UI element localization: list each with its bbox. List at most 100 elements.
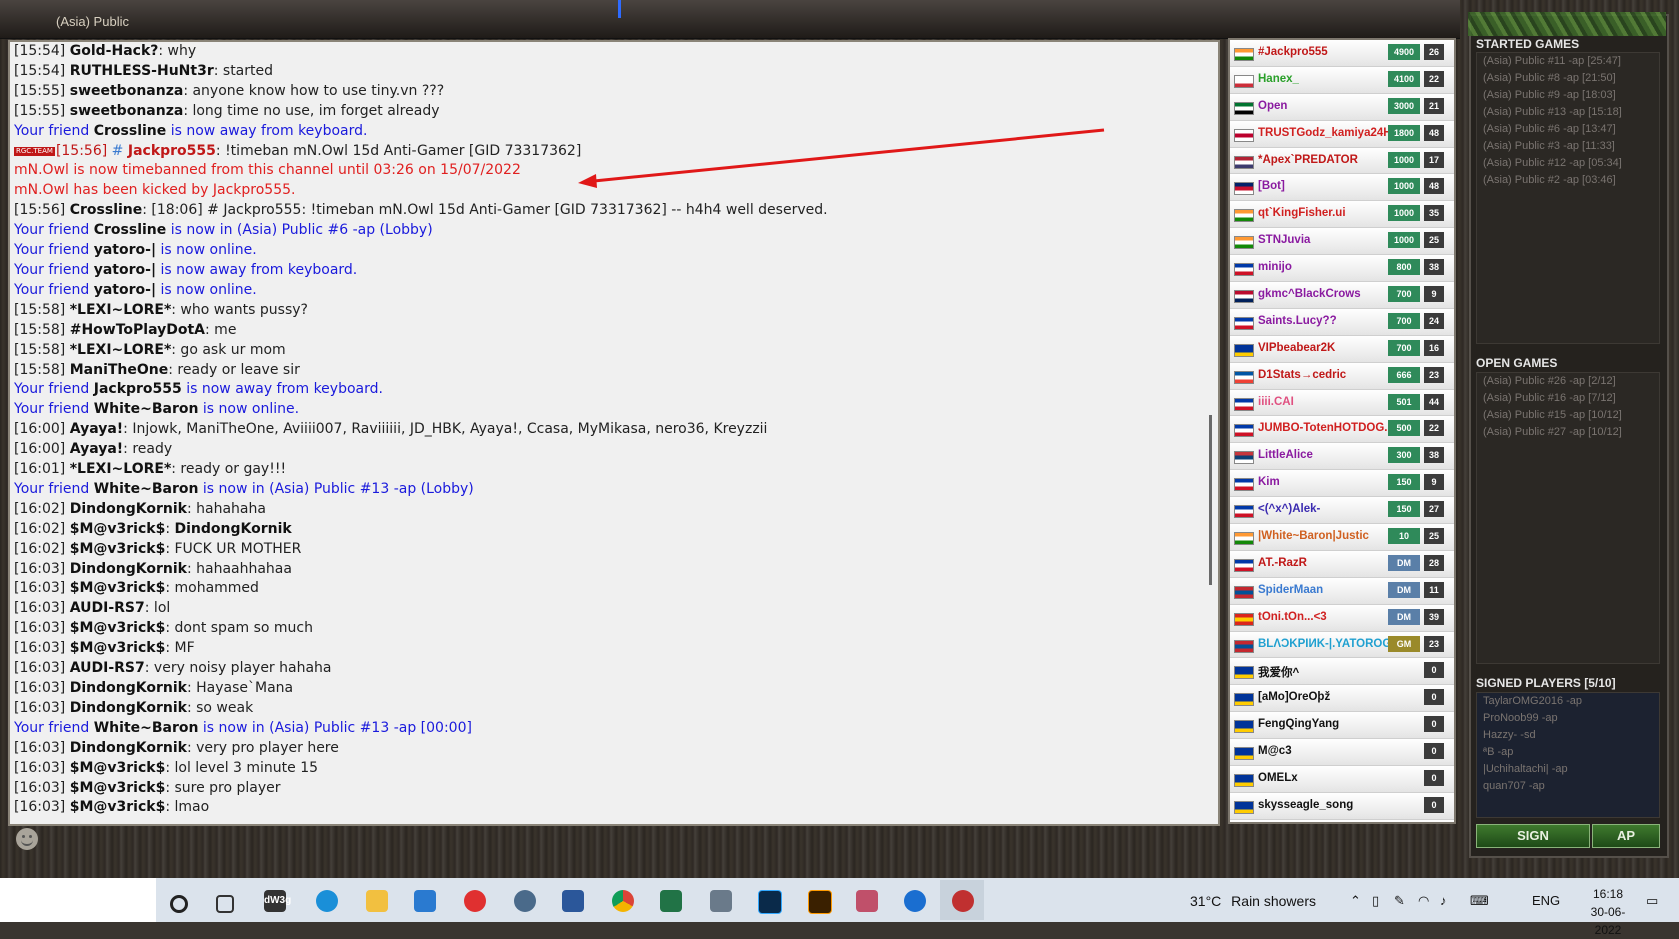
chat-username[interactable]: Crossline	[94, 123, 167, 139]
signed-player-item[interactable]: |Uchihaltachi| -ap	[1477, 761, 1659, 778]
excel-icon[interactable]	[660, 890, 682, 912]
user-list-item[interactable]: skysseagle_song0	[1230, 793, 1454, 820]
chat-username[interactable]: Ayaya!	[70, 441, 123, 457]
chat-username[interactable]: White~Baron	[94, 720, 199, 736]
chat-username[interactable]: sweetbonanza	[70, 103, 184, 119]
chat-username[interactable]: White~Baron	[94, 401, 199, 417]
user-list-item[interactable]: 我爱你^0	[1230, 658, 1454, 685]
signed-player-item[interactable]: Hazzy- -sd	[1477, 727, 1659, 744]
chat-username[interactable]: *LEXI~LORE*	[70, 461, 172, 477]
snipping-icon[interactable]	[514, 890, 536, 912]
chat-username[interactable]: #HowToPlayDotA	[70, 322, 205, 338]
started-game-item[interactable]: (Asia) Public #13 -ap [15:18]	[1477, 104, 1659, 121]
chat-username[interactable]: Crossline	[94, 222, 167, 238]
tray-pen-icon[interactable]: ✎	[1394, 893, 1405, 909]
chat-username[interactable]: yatoro-|	[94, 282, 156, 298]
chat-username[interactable]: $M@v3rick$	[70, 620, 166, 636]
started-game-item[interactable]: (Asia) Public #8 -ap [21:50]	[1477, 70, 1659, 87]
weather-widget[interactable]: 31°C Rain showers	[1190, 893, 1316, 909]
chat-log[interactable]: [15:54] Gold-Hack?: why[15:54] RUTHLESS-…	[8, 40, 1220, 826]
pen-app-icon[interactable]	[856, 890, 878, 912]
user-list-item[interactable]: Kim1509	[1230, 470, 1454, 497]
chat-username[interactable]: Jackpro555	[94, 381, 182, 397]
started-game-item[interactable]: (Asia) Public #11 -ap [25:47]	[1477, 53, 1659, 70]
user-list-item[interactable]: Open300021	[1230, 94, 1454, 121]
garena-icon[interactable]	[952, 890, 974, 912]
chat-username[interactable]: yatoro-|	[94, 242, 156, 258]
user-list-item[interactable]: iiii.CAI50144	[1230, 390, 1454, 417]
chat-scrollbar[interactable]	[1209, 415, 1212, 585]
started-game-item[interactable]: (Asia) Public #3 -ap [11:33]	[1477, 138, 1659, 155]
chat-username[interactable]: Jackpro555	[128, 143, 216, 159]
chat-username[interactable]: DindongKornik	[70, 740, 187, 756]
chat-username[interactable]: DindongKornik	[70, 680, 187, 696]
chat-username[interactable]: $M@v3rick$	[70, 760, 166, 776]
chat-username[interactable]: DindongKornik	[70, 561, 187, 577]
ie-icon[interactable]	[904, 890, 926, 912]
tray-device-icon[interactable]: ▯	[1372, 893, 1379, 909]
chrome-icon[interactable]	[612, 890, 634, 912]
notifications-icon[interactable]: ▭	[1646, 893, 1658, 909]
chat-username[interactable]: $M@v3rick$	[70, 541, 166, 557]
signed-player-item[interactable]: ProNoob99 -ap	[1477, 710, 1659, 727]
user-list-item[interactable]: <(^x^)Alek-15027	[1230, 497, 1454, 524]
chat-username[interactable]: Gold-Hack?	[70, 43, 159, 59]
signed-player-item[interactable]: TaylarOMG2016 -ap	[1477, 693, 1659, 710]
chat-username[interactable]: AUDI-RS7	[70, 600, 145, 616]
started-game-item[interactable]: (Asia) Public #2 -ap [03:46]	[1477, 172, 1659, 189]
started-game-item[interactable]: (Asia) Public #6 -ap [13:47]	[1477, 121, 1659, 138]
user-list-item[interactable]: AT.-RazRDM28	[1230, 551, 1454, 578]
app-red-icon[interactable]	[464, 890, 486, 912]
taskbar-search-area[interactable]	[0, 878, 156, 922]
chat-username[interactable]: Crossline	[70, 202, 143, 218]
user-list-item[interactable]: STNJuvia100025	[1230, 228, 1454, 255]
user-list-item[interactable]: VIPbeabear2K70016	[1230, 336, 1454, 363]
user-list[interactable]: #Jackpro555490026Hanex_410022Open300021T…	[1228, 38, 1456, 824]
open-game-item[interactable]: (Asia) Public #27 -ap [10/12]	[1477, 424, 1659, 441]
started-game-item[interactable]: (Asia) Public #9 -ap [18:03]	[1477, 87, 1659, 104]
store-icon[interactable]	[414, 890, 436, 912]
chat-username[interactable]: DindongKornik	[70, 501, 187, 517]
photoshop-icon[interactable]	[758, 890, 782, 914]
open-game-item[interactable]: (Asia) Public #16 -ap [7/12]	[1477, 390, 1659, 407]
user-list-item[interactable]: D1Stats→cedric66623	[1230, 363, 1454, 390]
chat-username[interactable]: DindongKornik	[175, 521, 292, 537]
chat-username[interactable]: White~Baron	[94, 481, 199, 497]
chat-username[interactable]: AUDI-RS7	[70, 660, 145, 676]
started-games-list[interactable]: (Asia) Public #11 -ap [25:47](Asia) Publ…	[1476, 52, 1660, 344]
tray-chevron-icon[interactable]: ⌃	[1350, 893, 1361, 909]
user-list-item[interactable]: [aMo]ÖreÖþž0	[1230, 685, 1454, 712]
clock[interactable]: 16:18 30-06-2022	[1580, 885, 1636, 939]
word-icon[interactable]	[562, 890, 584, 912]
signed-player-item[interactable]: quan707 -ap	[1477, 778, 1659, 795]
dw3g-icon[interactable]: dW3g	[264, 890, 286, 912]
open-games-list[interactable]: (Asia) Public #26 -ap [2/12](Asia) Publi…	[1476, 372, 1660, 664]
user-list-item[interactable]: |White~Baron|Justic1025	[1230, 524, 1454, 551]
user-list-item[interactable]: FengQingYang0	[1230, 712, 1454, 739]
chat-username[interactable]: DindongKornik	[70, 700, 187, 716]
edge-icon[interactable]	[316, 890, 338, 912]
user-list-item[interactable]: LittleAlice30038	[1230, 443, 1454, 470]
open-game-item[interactable]: (Asia) Public #15 -ap [10/12]	[1477, 407, 1659, 424]
sign-button[interactable]: SIGN	[1476, 824, 1590, 848]
user-list-item[interactable]: minijo80038	[1230, 255, 1454, 282]
user-list-item[interactable]: BLΛƆKPIИK-|.YATOROGIGM23	[1230, 632, 1454, 659]
user-list-item[interactable]: M@c30	[1230, 739, 1454, 766]
signed-player-item[interactable]: ªB -ap	[1477, 744, 1659, 761]
user-list-item[interactable]: Saints.Lucy??70024	[1230, 309, 1454, 336]
started-game-item[interactable]: (Asia) Public #12 -ap [05:34]	[1477, 155, 1659, 172]
emoji-icon[interactable]	[16, 828, 38, 850]
user-list-item[interactable]: JUMBO-TotenHOTDOG.50022	[1230, 416, 1454, 443]
user-list-item[interactable]: #Jackpro555490026	[1230, 40, 1454, 67]
user-list-item[interactable]: Hanex_410022	[1230, 67, 1454, 94]
folder-icon[interactable]	[366, 890, 388, 912]
chat-username[interactable]: $M@v3rick$	[70, 521, 166, 537]
keyboard-icon[interactable]: ⌨	[1470, 893, 1489, 909]
chat-username[interactable]: *LEXI~LORE*	[70, 342, 172, 358]
user-list-item[interactable]: gkmc^BlackCrows7009	[1230, 282, 1454, 309]
chat-username[interactable]: yatoro-|	[94, 262, 156, 278]
chat-username[interactable]: ManiTheOne	[70, 362, 169, 378]
user-list-item[interactable]: qt`KingFisher.ui100035	[1230, 201, 1454, 228]
user-list-item[interactable]: *Apex`PREDATOR100017	[1230, 148, 1454, 175]
chat-username[interactable]: $M@v3rick$	[70, 640, 166, 656]
